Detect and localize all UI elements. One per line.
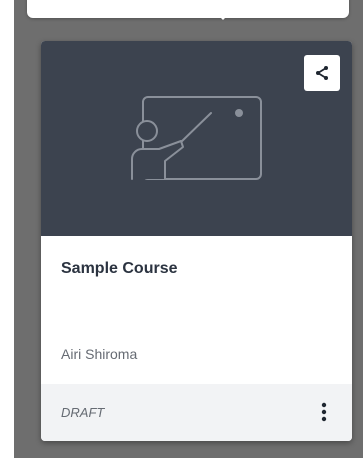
course-card-footer: DRAFT xyxy=(41,384,352,441)
course-author: Airi Shiroma xyxy=(61,346,138,362)
popover xyxy=(27,0,349,20)
more-vertical-icon xyxy=(321,402,327,422)
course-card-media xyxy=(41,41,352,236)
popover-caret xyxy=(213,10,233,20)
more-options-button[interactable] xyxy=(312,398,336,426)
share-button[interactable] xyxy=(304,55,340,91)
share-icon xyxy=(316,66,328,80)
course-title[interactable]: Sample Course xyxy=(61,260,177,278)
teacher-presentation-icon xyxy=(131,96,262,180)
status-label: DRAFT xyxy=(61,405,105,420)
course-card[interactable]: Sample Course Airi Shiroma DRAFT xyxy=(41,41,352,441)
